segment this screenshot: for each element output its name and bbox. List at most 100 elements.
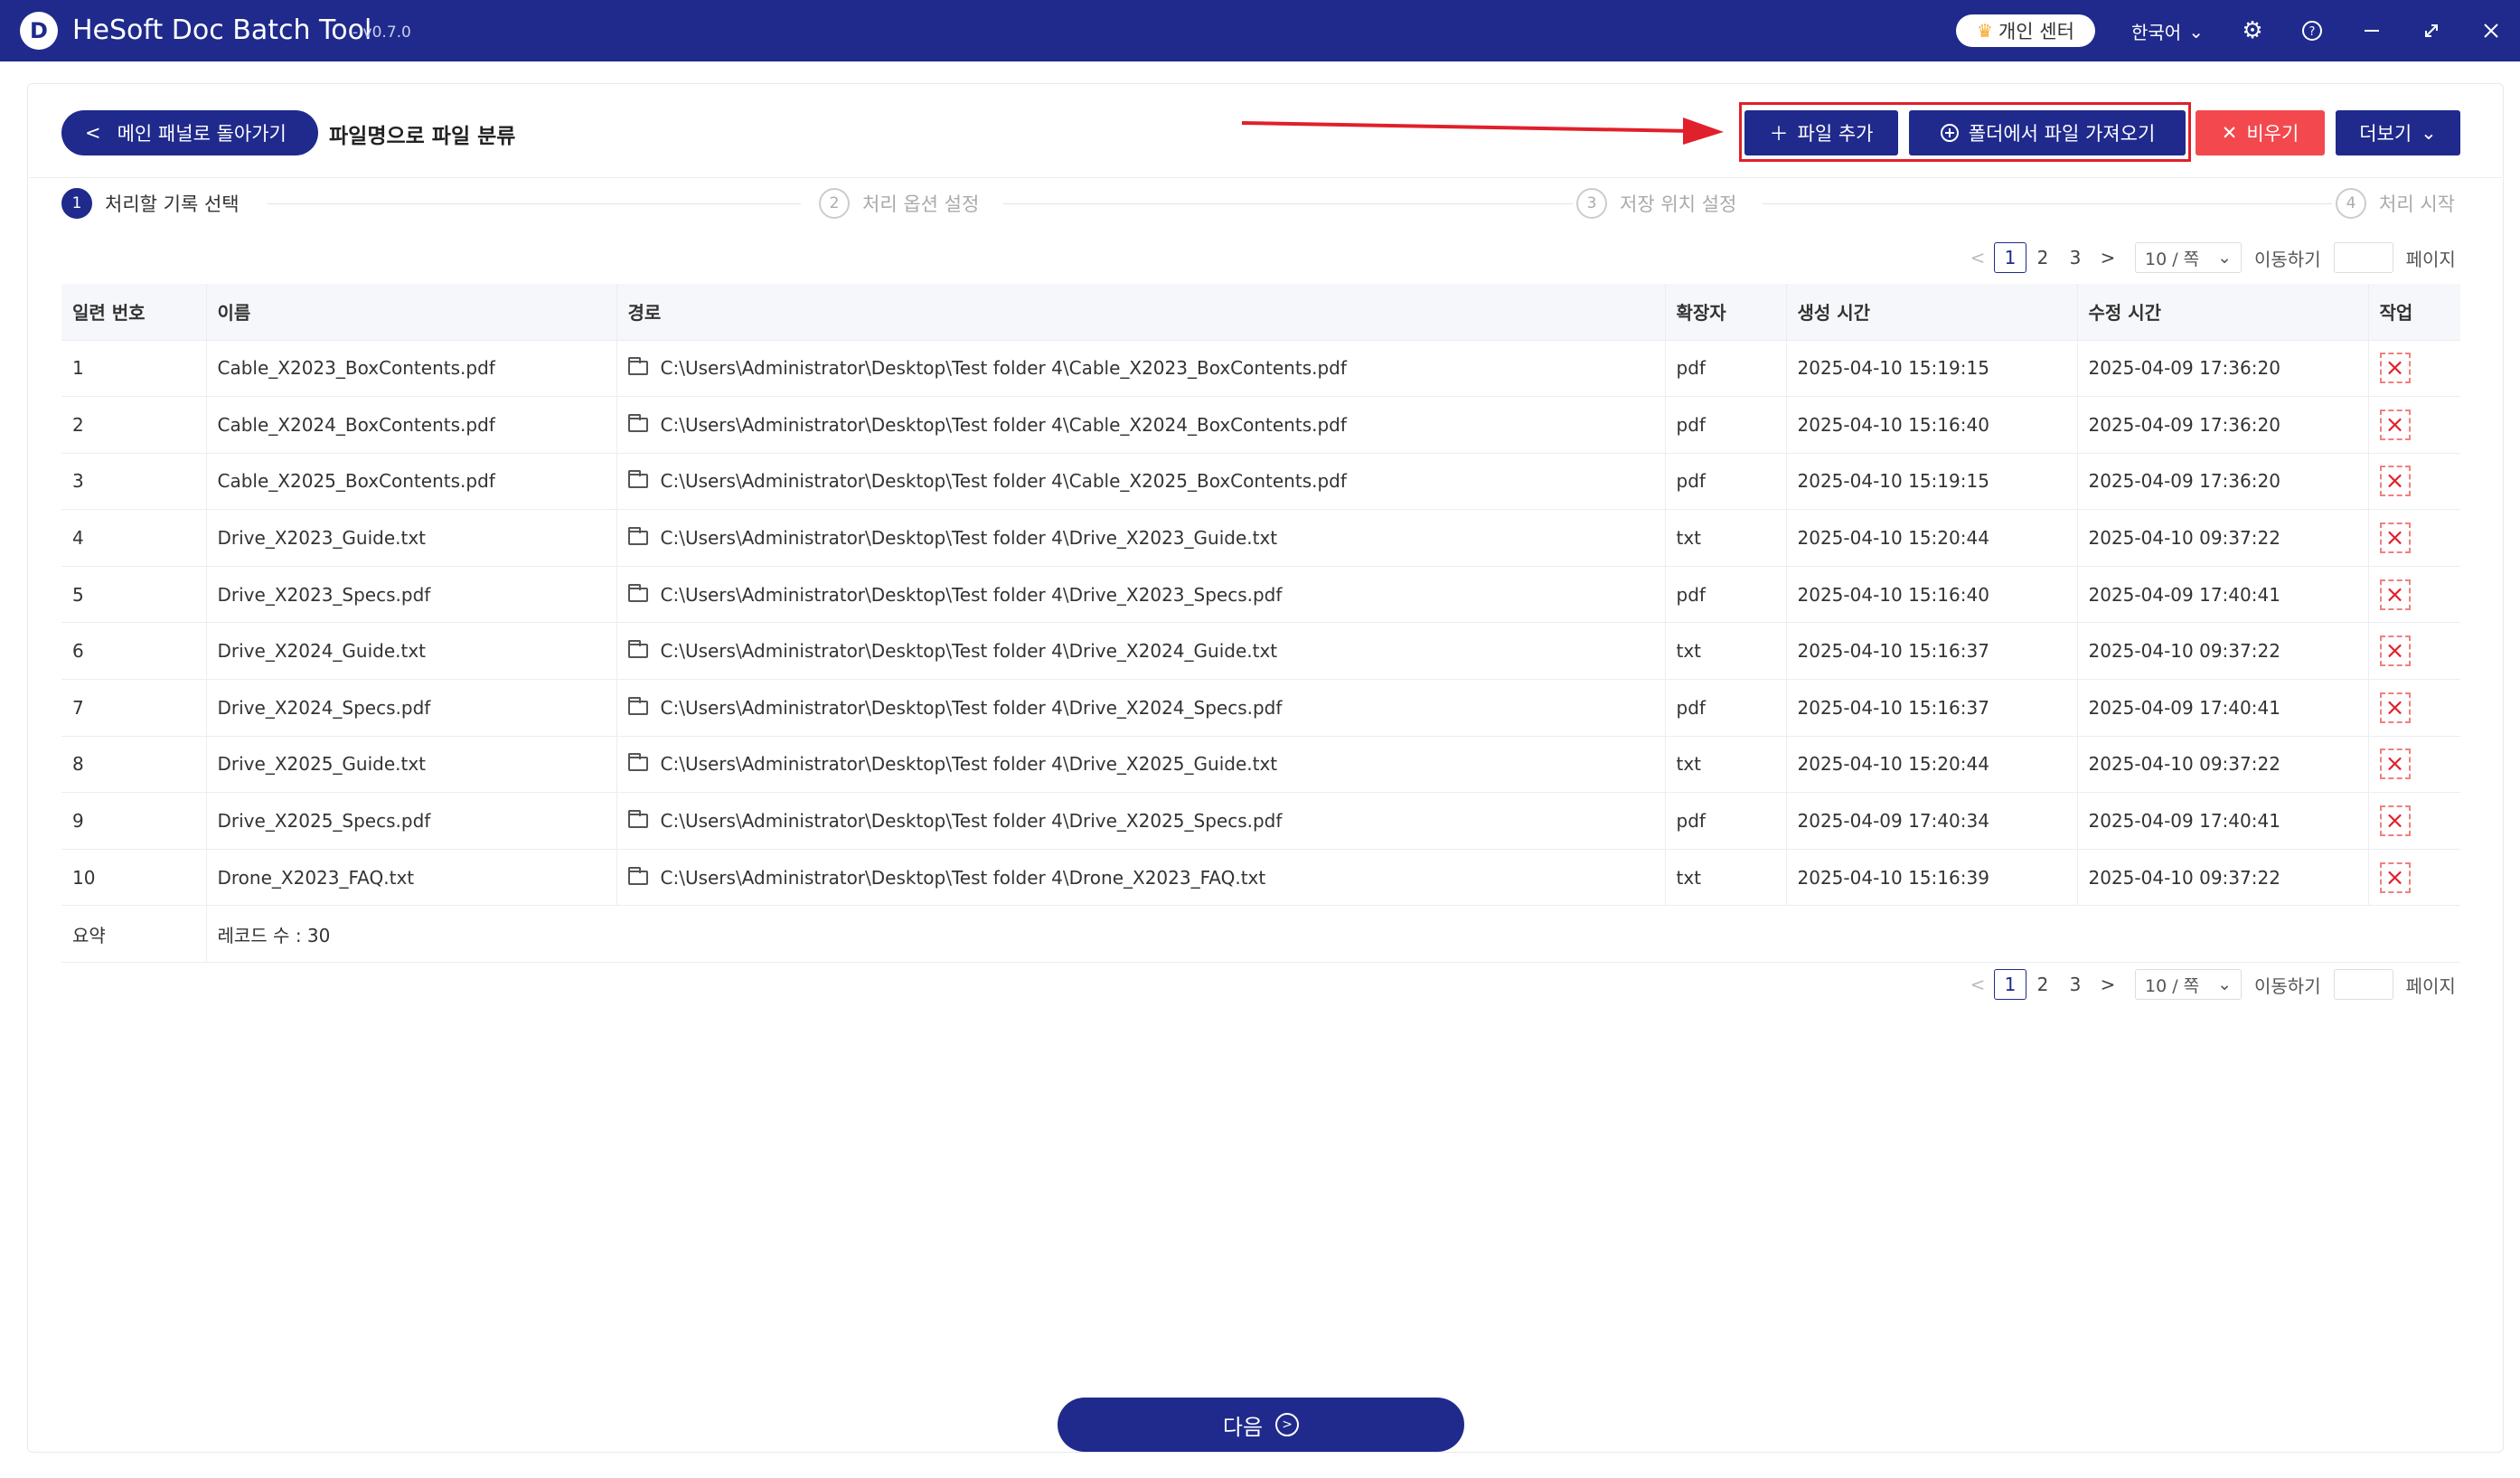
folder-open-icon[interactable] bbox=[627, 413, 648, 432]
page-2[interactable]: 2 bbox=[2026, 242, 2059, 273]
plus-icon: ＋ bbox=[1769, 123, 1789, 145]
cell-no: 3 bbox=[61, 453, 207, 511]
page-3[interactable]: 3 bbox=[2059, 969, 2092, 1000]
delete-icon[interactable]: × bbox=[2379, 579, 2411, 610]
page-size-select[interactable]: 10 / 쪽 ⌄ bbox=[2135, 969, 2242, 1000]
folder-open-icon[interactable] bbox=[627, 527, 648, 546]
page-3[interactable]: 3 bbox=[2059, 242, 2092, 273]
delete-icon[interactable]: × bbox=[2379, 861, 2411, 893]
page-2[interactable]: 2 bbox=[2026, 969, 2059, 1000]
page-1[interactable]: 1 bbox=[1994, 969, 2026, 1000]
folder-open-icon[interactable] bbox=[627, 357, 648, 376]
cell-no: 10 bbox=[61, 849, 207, 907]
cell-path-text: C:\Users\Administrator\Desktop\Test fold… bbox=[660, 470, 1347, 493]
cell-ext: pdf bbox=[1665, 340, 1787, 398]
folder-open-icon[interactable] bbox=[627, 640, 648, 659]
x-icon: ✕ bbox=[2221, 122, 2238, 144]
delete-icon[interactable]: × bbox=[2379, 466, 2411, 497]
more-button[interactable]: 더보기 ⌄ bbox=[2336, 110, 2460, 155]
page-label: 페이지 bbox=[2405, 974, 2456, 997]
step-4: 4 처리 시작 bbox=[2336, 188, 2455, 219]
import-folder-button[interactable]: 폴더에서 파일 가져오기 bbox=[1909, 110, 2186, 155]
delete-icon[interactable]: × bbox=[2379, 409, 2411, 440]
minimize-icon[interactable] bbox=[2354, 13, 2390, 49]
goto-label: 이동하기 bbox=[2254, 974, 2321, 997]
step-connector bbox=[268, 203, 801, 204]
page-1[interactable]: 1 bbox=[1994, 242, 2026, 273]
column-header-path: 경로 bbox=[616, 284, 1666, 341]
cell-ext: txt bbox=[1665, 849, 1787, 907]
column-header-name: 이름 bbox=[206, 284, 617, 341]
folder-open-icon[interactable] bbox=[627, 696, 648, 715]
arrow-right-circle-icon: > bbox=[1275, 1413, 1300, 1436]
next-page-icon[interactable]: > bbox=[2092, 247, 2124, 268]
delete-icon[interactable]: × bbox=[2379, 635, 2411, 667]
table-row: 3 Cable_X2025_BoxContents.pdf C:\Users\Adm… bbox=[61, 453, 2460, 511]
cell-path: C:\Users\Administrator\Desktop\Test fold… bbox=[616, 736, 1666, 794]
prev-page-icon[interactable]: < bbox=[1961, 247, 1994, 268]
page-title: 파일명으로 파일 분류 bbox=[329, 125, 516, 148]
delete-icon[interactable]: × bbox=[2379, 522, 2411, 554]
language-select[interactable]: 한국어 ⌄ bbox=[2131, 18, 2204, 44]
cell-modified: 2025-04-10 09:37:22 bbox=[2077, 622, 2369, 681]
step-number: 1 bbox=[61, 188, 92, 219]
maximize-icon[interactable] bbox=[2413, 13, 2449, 49]
cell-path: C:\Users\Administrator\Desktop\Test fold… bbox=[616, 622, 1666, 681]
table-row: 10 Drone_X2023_FAQ.txt C:\Users\Administra… bbox=[61, 849, 2460, 907]
help-icon[interactable]: ? bbox=[2294, 13, 2330, 49]
folder-open-icon[interactable] bbox=[627, 810, 648, 829]
page-size-value: 10 / 쪽 bbox=[2145, 249, 2200, 269]
cell-action: × bbox=[2368, 340, 2460, 398]
folder-open-icon[interactable] bbox=[627, 583, 648, 602]
cell-name: Drive_X2023_Specs.pdf bbox=[206, 566, 617, 624]
chevron-down-icon: ⌄ bbox=[2421, 122, 2437, 144]
cell-path-text: C:\Users\Administrator\Desktop\Test fold… bbox=[660, 583, 1283, 606]
chevron-down-icon: ⌄ bbox=[2188, 20, 2204, 42]
cell-no: 7 bbox=[61, 679, 207, 737]
back-to-main-button[interactable]: < 메인 패널로 돌아가기 bbox=[61, 110, 318, 155]
back-button-label: 메인 패널로 돌아가기 bbox=[117, 123, 287, 145]
file-table: 일련 번호 이름 경로 확장자 생성 시간 수정 시간 작업 1 Cable_X2… bbox=[61, 284, 2460, 964]
folder-open-icon[interactable] bbox=[627, 470, 648, 489]
cell-action: × bbox=[2368, 566, 2460, 624]
delete-icon[interactable]: × bbox=[2379, 692, 2411, 723]
cell-path: C:\Users\Administrator\Desktop\Test fold… bbox=[616, 792, 1666, 850]
settings-gear-icon[interactable]: ⚙ bbox=[2234, 13, 2271, 49]
cell-path-text: C:\Users\Administrator\Desktop\Test fold… bbox=[660, 527, 1278, 550]
cell-path: C:\Users\Administrator\Desktop\Test fold… bbox=[616, 679, 1666, 737]
goto-label: 이동하기 bbox=[2254, 248, 2321, 270]
goto-page-input[interactable] bbox=[2333, 969, 2393, 1000]
delete-icon[interactable]: × bbox=[2379, 748, 2411, 780]
step-label: 처리 옵션 설정 bbox=[862, 193, 980, 215]
cell-action: × bbox=[2368, 679, 2460, 737]
cell-name: Drive_X2024_Guide.txt bbox=[206, 622, 617, 681]
personal-center-button[interactable]: ♛ 개인 센터 bbox=[1956, 14, 2095, 47]
cell-path: C:\Users\Administrator\Desktop\Test fold… bbox=[616, 453, 1666, 511]
cell-path-text: C:\Users\Administrator\Desktop\Test fold… bbox=[660, 810, 1283, 833]
folder-open-icon[interactable] bbox=[627, 866, 648, 885]
table-row: 9 Drive_X2025_Specs.pdf C:\Users\Administr… bbox=[61, 792, 2460, 850]
add-file-button[interactable]: ＋ 파일 추가 bbox=[1744, 110, 1898, 155]
cell-ext: pdf bbox=[1665, 453, 1787, 511]
cell-modified: 2025-04-09 17:40:41 bbox=[2077, 792, 2369, 850]
goto-page-input[interactable] bbox=[2333, 242, 2393, 273]
table-row: 1 Cable_X2023_BoxContents.pdf C:\Users\Adm… bbox=[61, 340, 2460, 398]
table-row: 2 Cable_X2024_BoxContents.pdf C:\Users\Adm… bbox=[61, 396, 2460, 454]
next-button[interactable]: 다음 > bbox=[1058, 1398, 1464, 1452]
close-icon[interactable] bbox=[2473, 13, 2509, 49]
cell-no: 2 bbox=[61, 396, 207, 454]
prev-page-icon[interactable]: < bbox=[1961, 974, 1994, 995]
cell-name: Drive_X2024_Specs.pdf bbox=[206, 679, 617, 737]
cell-path-text: C:\Users\Administrator\Desktop\Test fold… bbox=[660, 357, 1347, 380]
page-size-select[interactable]: 10 / 쪽 ⌄ bbox=[2135, 242, 2242, 273]
clear-button[interactable]: ✕ 비우기 bbox=[2196, 110, 2325, 155]
delete-icon[interactable]: × bbox=[2379, 805, 2411, 837]
more-label: 더보기 bbox=[2359, 123, 2412, 145]
summary-value: 레코드 수 : 30 bbox=[206, 905, 2460, 964]
folder-open-icon[interactable] bbox=[627, 753, 648, 772]
column-header-modified: 수정 시간 bbox=[2077, 284, 2369, 341]
personal-center-label: 개인 센터 bbox=[1998, 21, 2074, 42]
delete-icon[interactable]: × bbox=[2379, 353, 2411, 384]
step-label: 처리 시작 bbox=[2379, 193, 2455, 215]
next-page-icon[interactable]: > bbox=[2092, 974, 2124, 995]
